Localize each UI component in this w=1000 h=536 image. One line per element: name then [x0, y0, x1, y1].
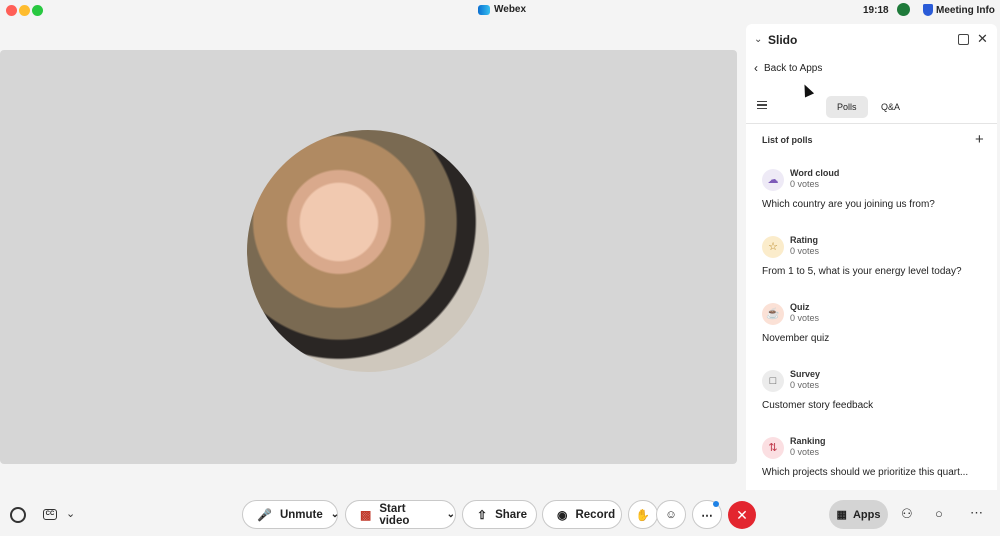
raise-hand-button[interactable]: ✋: [628, 500, 658, 529]
poll-votes: 0 votes: [790, 313, 820, 323]
chat-icon[interactable]: ○: [935, 506, 943, 521]
chevron-down-icon[interactable]: ⌄: [331, 509, 339, 520]
poll-question: Customer story feedback: [762, 400, 874, 411]
clock: 19:18: [863, 5, 889, 16]
list-title: List of polls: [762, 135, 813, 145]
share-label: Share: [495, 508, 528, 521]
chevron-down-icon[interactable]: ⌄: [754, 34, 764, 45]
cloud-icon: ☁: [762, 169, 784, 191]
chevron-left-icon: ‹: [754, 61, 758, 75]
poll-type: Survey: [790, 369, 821, 379]
slido-panel: ⌄ Slido ✕ ‹ Back to Apps Polls Q&A List …: [746, 24, 997, 490]
end-call-button[interactable]: ✕: [728, 501, 756, 529]
poll-item[interactable]: ☁ Word cloud 0 votes Which country are y…: [762, 168, 987, 226]
smiley-icon: ☺: [665, 508, 677, 521]
cc-icon[interactable]: CC: [43, 509, 57, 520]
minimize-window-button[interactable]: [19, 5, 30, 16]
record-icon: ◉: [557, 507, 568, 522]
record-label: Record: [575, 508, 616, 521]
poll-type: Quiz: [790, 302, 810, 312]
tab-qa[interactable]: Q&A: [870, 96, 911, 118]
poll-type: Rating: [790, 235, 818, 245]
chevron-down-icon[interactable]: ⌄: [66, 507, 75, 520]
folder-icon: □: [762, 370, 784, 392]
mic-off-icon: 🎤: [257, 507, 272, 522]
poll-item[interactable]: □ Survey 0 votes Customer story feedback: [762, 369, 987, 427]
poll-votes: 0 votes: [790, 179, 820, 189]
poll-type: Word cloud: [790, 168, 840, 178]
ring-icon[interactable]: [10, 507, 26, 523]
poll-type: Ranking: [790, 436, 826, 446]
share-icon: ⇧: [477, 507, 488, 522]
close-icon[interactable]: ✕: [977, 31, 988, 47]
panel-title: Slido: [768, 33, 798, 47]
apps-label: Apps: [852, 508, 881, 521]
popout-icon[interactable]: [958, 34, 969, 45]
app-title: Webex: [478, 4, 526, 15]
apps-button[interactable]: ▦ Apps: [829, 500, 888, 529]
poll-votes: 0 votes: [790, 246, 820, 256]
trophy-icon: ☕: [762, 303, 784, 325]
add-poll-icon[interactable]: +: [975, 131, 984, 148]
more-icon[interactable]: ⋯: [970, 505, 983, 521]
app-name: Webex: [494, 4, 527, 15]
ranking-icon: ⇅: [762, 437, 784, 459]
panel-header: ⌄ Slido ✕: [746, 24, 997, 56]
close-window-button[interactable]: [6, 5, 17, 16]
meeting-info-button[interactable]: Meeting Info: [936, 5, 995, 16]
participant-avatar: [247, 130, 489, 372]
unmute-label: Unmute: [279, 508, 323, 521]
unmute-button[interactable]: 🎤 Unmute ⌄: [242, 500, 339, 529]
zoom-window-button[interactable]: [32, 5, 43, 16]
start-video-button[interactable]: ▩ Start video ⌄: [345, 500, 456, 529]
divider: [746, 123, 997, 124]
poll-question: Which country are you joining us from?: [762, 199, 935, 210]
ellipsis-icon: ⋯: [701, 509, 713, 522]
poll-votes: 0 votes: [790, 447, 820, 457]
poll-votes: 0 votes: [790, 380, 820, 390]
record-button[interactable]: ◉ Record: [542, 500, 622, 529]
back-to-apps-link[interactable]: ‹ Back to Apps: [754, 61, 822, 75]
chevron-down-icon[interactable]: ⌄: [447, 509, 455, 520]
poll-item[interactable]: ⇅ Ranking 0 votes Which projects should …: [762, 436, 987, 490]
star-icon: ☆: [762, 236, 784, 258]
participants-icon[interactable]: ⚇: [901, 506, 913, 522]
poll-question: Which projects should we prioritize this…: [762, 467, 969, 478]
menu-icon[interactable]: [757, 101, 767, 109]
tab-polls[interactable]: Polls: [826, 96, 868, 118]
apps-icon: ▦: [836, 509, 847, 521]
notification-dot: [713, 501, 719, 507]
share-button[interactable]: ⇧ Share: [462, 500, 537, 529]
title-bar: Webex 19:18 Meeting Info: [0, 0, 1000, 22]
connection-status-icon[interactable]: [897, 3, 910, 16]
start-video-label: Start video: [379, 502, 410, 527]
webex-logo-icon: [478, 4, 490, 15]
shield-icon: [923, 4, 933, 16]
reactions-button[interactable]: ☺: [656, 500, 686, 529]
poll-question: From 1 to 5, what is your energy level t…: [762, 266, 962, 277]
poll-item[interactable]: ☕ Quiz 0 votes November quiz: [762, 302, 987, 360]
back-label: Back to Apps: [764, 62, 823, 74]
video-off-icon: ▩: [360, 507, 372, 522]
video-stage: [0, 50, 737, 464]
poll-item[interactable]: ☆ Rating 0 votes From 1 to 5, what is yo…: [762, 235, 987, 293]
poll-question: November quiz: [762, 333, 830, 344]
hand-icon: ✋: [635, 509, 651, 522]
